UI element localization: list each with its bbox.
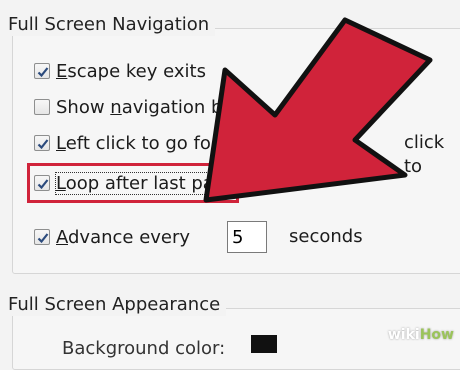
annotation-arrow-icon — [203, 17, 433, 203]
wikihow-watermark: wikiHow — [387, 327, 454, 343]
